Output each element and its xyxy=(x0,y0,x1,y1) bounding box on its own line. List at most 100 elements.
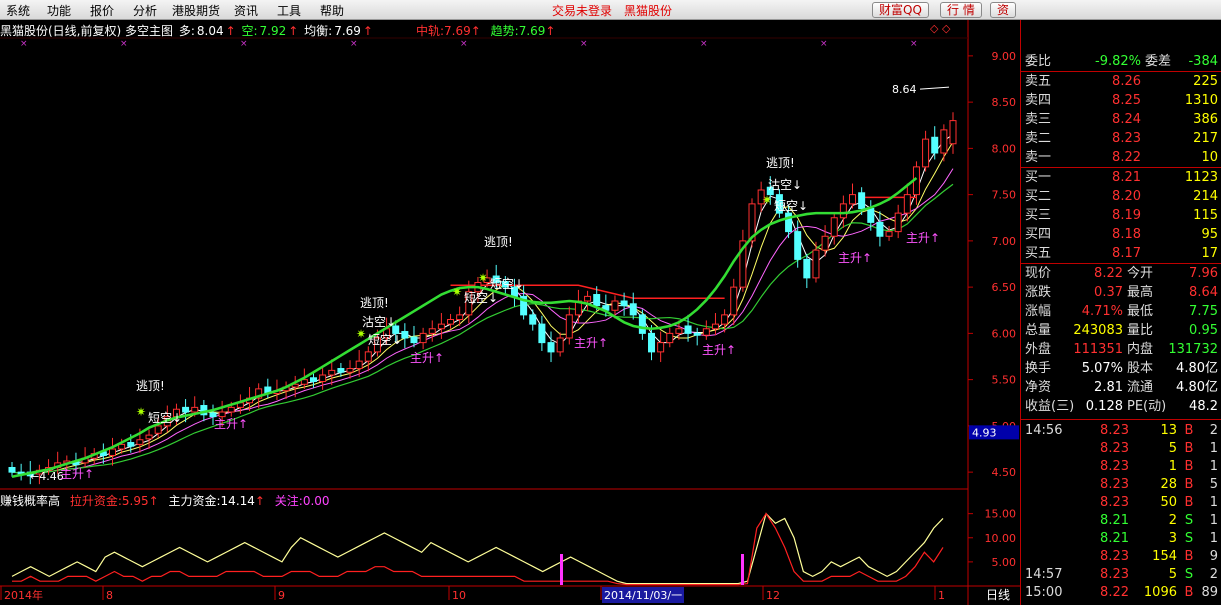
wealth-qq-button[interactable]: 财富QQ xyxy=(872,2,929,18)
menu-item-tools[interactable]: 工具 xyxy=(277,2,301,19)
zhuli-up-arrow-icon: ↑ xyxy=(254,494,265,508)
ask-price: 8.25 xyxy=(1112,93,1141,108)
price-tick-label: 6.00 xyxy=(992,327,1017,340)
star-icon: ✷ xyxy=(762,193,772,207)
star-icon: ✷ xyxy=(356,327,366,341)
menu-item-hk-futures[interactable]: 港股期货 xyxy=(172,2,220,19)
tick-row: 8.21 2 S 1 xyxy=(1021,512,1221,530)
indicator-magenta-bar xyxy=(560,554,563,585)
price-tick-label: 6.50 xyxy=(992,281,1017,294)
quote-panel: 委比 -9.82% 委差 -384 卖五 8.26 225 卖四 8.25 1310 卖三 8… xyxy=(1020,20,1221,605)
ask-row: 卖一 8.22 10 xyxy=(1021,148,1221,167)
info-button[interactable]: 资 xyxy=(990,2,1017,18)
candle-up xyxy=(922,138,930,168)
tick-row: 8.23 1 B 1 xyxy=(1021,458,1221,476)
trade-login-status[interactable]: 交易未登录 xyxy=(552,2,612,19)
tick-volume: 2 xyxy=(1168,513,1177,528)
candle-down xyxy=(648,332,656,353)
menu-item-analysis[interactable]: 分析 xyxy=(133,2,157,19)
stat-row: 净资 2.81 流通 4.80亿 xyxy=(1021,378,1221,397)
stat-label: 涨跌 xyxy=(1025,285,1052,300)
tick-price: 8.23 xyxy=(1100,567,1129,582)
candle-up xyxy=(300,379,308,385)
tick-row: 8.23 50 B 1 xyxy=(1021,494,1221,512)
tick-volume: 1 xyxy=(1168,459,1177,474)
guanzhu-label: 关注: xyxy=(274,494,303,508)
main-rise-signal: 主升↑ xyxy=(838,251,872,265)
kline-chart-area[interactable]: × × × × × × × × × 9.00 8.50 8.00 7.50 7.00 6.50 6.00 5.5… xyxy=(0,20,1020,605)
candle-down xyxy=(538,323,546,344)
chart-corner-diamond-icons[interactable]: ◇ ◇ xyxy=(930,22,950,35)
stock-name-link[interactable]: 黑猫股份 xyxy=(624,2,672,19)
bid-row: 买五 8.17 17 xyxy=(1021,244,1221,263)
stat-row: 涨跌 0.37 最高 8.64 xyxy=(1021,283,1221,302)
candle-up xyxy=(437,323,445,330)
tick-price: 8.22 xyxy=(1100,585,1129,600)
signal-x-marker: × xyxy=(820,39,828,49)
stat-value: 7.96 xyxy=(1189,266,1218,281)
clear-short-signal: 沽空↓ xyxy=(362,315,396,329)
candle-up xyxy=(940,129,948,154)
main-chart-header: 黑猫股份(日线,前复权) 多空主图 多: 8.04 ↑ 空: 7.92 ↑ 均衡: 7.6… xyxy=(0,22,375,38)
candle-up xyxy=(136,439,144,445)
stat-value: 0.95 xyxy=(1189,323,1218,338)
price-tick-label: 7.00 xyxy=(992,235,1017,248)
kong-up-arrow-icon: ↑ xyxy=(288,24,299,38)
bid-price: 8.18 xyxy=(1112,227,1141,242)
stat-value: 243083 xyxy=(1073,323,1123,338)
tick-volume: 5 xyxy=(1168,441,1177,456)
ma-green-thin-line xyxy=(11,183,954,475)
indicator-magenta-bar xyxy=(741,554,744,585)
bid-price: 8.20 xyxy=(1112,189,1141,204)
tick-count: 1 xyxy=(1209,441,1218,456)
stat-label: 涨幅 xyxy=(1025,304,1052,319)
price-tick-label: 8.00 xyxy=(992,142,1017,155)
candle-down xyxy=(8,467,16,473)
stat-label: 内盘 xyxy=(1127,342,1154,357)
guanzhu-value: 0.00 xyxy=(302,494,330,508)
stat-label: 股本 xyxy=(1127,361,1154,376)
market-button[interactable]: 行 情 xyxy=(940,2,982,18)
bid-label: 买三 xyxy=(1025,208,1052,223)
stat-value: 7.75 xyxy=(1189,304,1218,319)
price-tick-label: 4.50 xyxy=(992,466,1017,479)
tick-volume: 154 xyxy=(1152,549,1177,564)
ask-row: 卖二 8.23 217 xyxy=(1021,129,1221,148)
main-rise-signal: 主升↑ xyxy=(410,351,444,365)
ask-label: 卖四 xyxy=(1025,93,1052,108)
stat-label: 最高 xyxy=(1127,285,1154,300)
stat-label: 流通 xyxy=(1127,380,1154,395)
menu-item-system[interactable]: 系统 xyxy=(6,2,30,19)
x-axis-label: 1 xyxy=(938,589,945,602)
ask-price: 8.26 xyxy=(1112,74,1141,89)
menu-item-news[interactable]: 资讯 xyxy=(234,2,258,19)
duo-value: 8.04 xyxy=(196,24,224,38)
candle-down xyxy=(593,294,601,307)
junheng-label: 均衡: xyxy=(304,24,333,38)
duo-up-arrow-icon: ↑ xyxy=(225,24,236,38)
tick-price: 8.23 xyxy=(1100,495,1129,510)
clear-short-signal: 沽空↓ xyxy=(768,178,802,192)
bid-price: 8.21 xyxy=(1112,170,1141,185)
tick-volume: 13 xyxy=(1160,423,1177,438)
kline-chart-canvas[interactable]: × × × × × × × × × 9.00 8.50 8.00 7.50 7.00 6.50 6.00 5.5… xyxy=(0,20,1020,605)
indicator-red-line xyxy=(12,512,944,586)
stat-label: 总量 xyxy=(1025,323,1052,338)
tick-count: 2 xyxy=(1209,423,1218,438)
junheng-up-arrow-icon: ↑ xyxy=(362,24,373,38)
menu-item-quote[interactable]: 报价 xyxy=(90,2,114,19)
stat-label: 最低 xyxy=(1127,304,1154,319)
tick-price: 8.23 xyxy=(1100,423,1129,438)
main-rise-signal: 主升↑ xyxy=(60,467,94,481)
ask-volume: 1310 xyxy=(1184,93,1218,108)
ask-volume: 386 xyxy=(1193,112,1218,127)
menu-item-help[interactable]: 帮助 xyxy=(320,2,344,19)
zhuli-label: 主力资金: xyxy=(168,494,221,508)
stat-value: 4.80亿 xyxy=(1176,361,1218,376)
weicha-value: -384 xyxy=(1188,54,1218,69)
menu-item-function[interactable]: 功能 xyxy=(47,2,71,19)
candle-up xyxy=(145,434,153,440)
candle-up xyxy=(839,203,847,219)
candle-up xyxy=(885,231,893,237)
price-tick-label: 9.00 xyxy=(992,50,1017,63)
